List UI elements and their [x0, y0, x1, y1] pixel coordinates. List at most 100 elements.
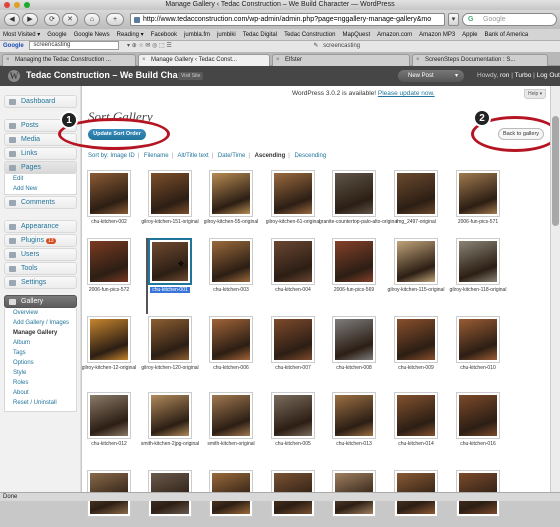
menu-dashboard[interactable]: Dashboard [4, 95, 77, 108]
reload-button[interactable]: ⟳ [44, 13, 60, 26]
thumbnail-image[interactable] [332, 238, 376, 285]
thumbnail-image[interactable] [87, 392, 131, 439]
thumbnail-image[interactable] [148, 170, 192, 217]
stop-button[interactable]: ✕ [62, 13, 78, 26]
thumbnail-image[interactable] [394, 316, 438, 363]
gallery-thumbnail[interactable]: chu-kitchen-005 [266, 392, 320, 449]
gallery-thumbnail[interactable]: 2006-fun-pics-572 [82, 238, 136, 295]
bookmark-item[interactable]: jumbla.fm [184, 32, 210, 38]
gallery-thumbnail[interactable]: chu-kitchen-004 [266, 238, 320, 295]
thumbnail-image[interactable] [87, 170, 131, 217]
thumbnail-image[interactable] [394, 392, 438, 439]
menu-appearance[interactable]: Appearance [4, 220, 77, 233]
bookmark-item[interactable]: Tedac Digital [243, 32, 277, 38]
zoom-window-button[interactable] [23, 2, 30, 8]
gallery-thumbnail[interactable]: granite-countertop-palo-alto-original [319, 170, 398, 227]
bookmark-add-button[interactable]: + [106, 13, 124, 26]
site-title[interactable]: Tedac Construction – We Build Charac... [26, 70, 199, 80]
gallery-thumbnail[interactable]: 2006-fun-pics-569 [327, 238, 381, 295]
gallery-thumbnail[interactable]: chu-kitchen-008 [327, 316, 381, 373]
close-window-button[interactable] [4, 2, 10, 8]
gallery-thumbnail[interactable]: 2006-fun-pics-571 [451, 170, 505, 227]
browser-tab[interactable]: × Manage Gallery ‹ Tedac Const... [138, 54, 270, 66]
menu-users[interactable]: Users [4, 248, 77, 261]
bookmark-item[interactable]: Google News [74, 32, 110, 38]
gallery-thumbnail[interactable]: gilroy-kitchen-61-original [266, 170, 320, 227]
submenu-item[interactable]: Roles [5, 378, 76, 388]
gallery-thumbnail[interactable]: gilroy-kitchen-55-original [204, 170, 258, 227]
close-tab-icon[interactable]: × [276, 57, 280, 63]
submenu-item[interactable]: About [5, 388, 76, 398]
gallery-thumbnail[interactable]: gilroy-kitchen-151-original [141, 170, 199, 227]
forward-button[interactable]: ▶ [22, 13, 38, 26]
menu-comments[interactable]: Comments [4, 196, 77, 209]
scrollbar-thumb[interactable] [552, 116, 559, 226]
submenu-item[interactable]: Edit [5, 174, 76, 184]
search-input[interactable]: G Google [462, 13, 557, 26]
gallery-thumbnail[interactable]: chu-kitchen-007 [266, 316, 320, 373]
vertical-scrollbar[interactable] [550, 86, 560, 492]
thumbnail-image[interactable] [87, 316, 131, 363]
submenu-item[interactable]: Album [5, 338, 76, 348]
gallery-thumbnail[interactable]: gilroy-kitchen-12-original [82, 316, 136, 373]
submenu-item[interactable]: Overview [5, 308, 76, 318]
thumbnail-image[interactable] [394, 238, 438, 285]
browser-tab[interactable]: × Managing the Tedac Construction ... [2, 54, 136, 66]
browser-tab[interactable]: × Elfster [272, 54, 410, 66]
thumbnail-image[interactable] [332, 392, 376, 439]
gallery-thumbnail[interactable]: gilroy-kitchen-120-original [141, 316, 199, 373]
thumbnail-image[interactable] [271, 316, 315, 363]
sort-date-link[interactable]: Date/Time [218, 153, 245, 159]
highlight-term[interactable]: screencasting [323, 43, 360, 49]
gallery-thumbnail[interactable]: chu-kitchen-012 [82, 392, 136, 449]
gallery-thumbnail[interactable]: chu-kitchen-013 [327, 392, 381, 449]
submenu-item-current[interactable]: Manage Gallery [5, 328, 76, 338]
new-post-dropdown[interactable]: New Post ▾ [398, 70, 464, 82]
menu-pages[interactable]: Pages [4, 161, 77, 174]
visit-site-button[interactable]: Visit Site [178, 72, 204, 80]
gallery-thumbnail[interactable]: smith-kitchen-2jpg-original [141, 392, 199, 449]
submenu-item[interactable]: Options [5, 358, 76, 368]
menu-settings[interactable]: Settings [4, 276, 77, 289]
thumbnail-image[interactable] [271, 170, 315, 217]
turbo-link[interactable]: Turbo [515, 72, 532, 79]
back-button[interactable]: ◀ [4, 13, 20, 26]
menu-tools[interactable]: Tools [4, 262, 77, 275]
thumbnail-image[interactable] [148, 392, 192, 439]
logout-link[interactable]: Log Out [537, 72, 560, 79]
bookmark-item[interactable]: Bank of America [485, 32, 529, 38]
thumbnail-image[interactable] [209, 170, 253, 217]
close-tab-icon[interactable]: × [6, 57, 10, 63]
thumbnail-image[interactable] [332, 316, 376, 363]
minimize-window-button[interactable] [13, 2, 20, 8]
url-dropdown-icon[interactable]: ▾ [448, 13, 459, 26]
thumbnail-image[interactable] [271, 392, 315, 439]
thumbnail-image[interactable] [87, 238, 131, 285]
gallery-thumbnail[interactable]: gilroy-kitchen-115-original [388, 238, 444, 295]
gallery-thumbnail[interactable]: smith-kitchen-original [204, 392, 258, 449]
toolbar-highlight-icon[interactable]: ✎ [313, 43, 318, 49]
update-now-link[interactable]: Please update now. [378, 90, 435, 97]
gallery-thumbnail[interactable]: chu-kitchen-003 [204, 238, 258, 295]
gallery-thumbnail[interactable]: chu-kitchen-002 [82, 170, 136, 227]
thumbnail-image[interactable] [394, 170, 438, 217]
submenu-item[interactable]: Add Gallery / Images [5, 318, 76, 328]
close-tab-icon[interactable]: × [416, 57, 420, 63]
thumbnail-image[interactable] [271, 238, 315, 285]
thumbnail-image[interactable] [456, 170, 500, 217]
bookmark-item[interactable]: jumbiki [217, 32, 236, 38]
bookmark-item[interactable]: Amazon.com [377, 32, 412, 38]
thumbnail-image[interactable] [456, 392, 500, 439]
bookmark-item[interactable]: Tedac Construction [284, 32, 335, 38]
gallery-thumbnail[interactable]: img_2497-original [389, 170, 443, 227]
submenu-item[interactable]: Reset / Uninstall [5, 398, 76, 408]
thumbnail-image[interactable] [332, 170, 376, 217]
thumbnail-image[interactable] [148, 316, 192, 363]
menu-plugins[interactable]: Plugins 13 [4, 234, 77, 247]
help-tab[interactable]: Help ▾ [524, 89, 547, 99]
gallery-thumbnail[interactable]: chu-kitchen-006 [204, 316, 258, 373]
gallery-thumbnail[interactable]: chu-kitchen-016 [451, 392, 505, 449]
home-button[interactable]: ⌂ [84, 13, 100, 26]
gallery-thumbnail[interactable]: chu-kitchen-010 [451, 316, 505, 373]
thumbnail-image[interactable] [209, 316, 253, 363]
